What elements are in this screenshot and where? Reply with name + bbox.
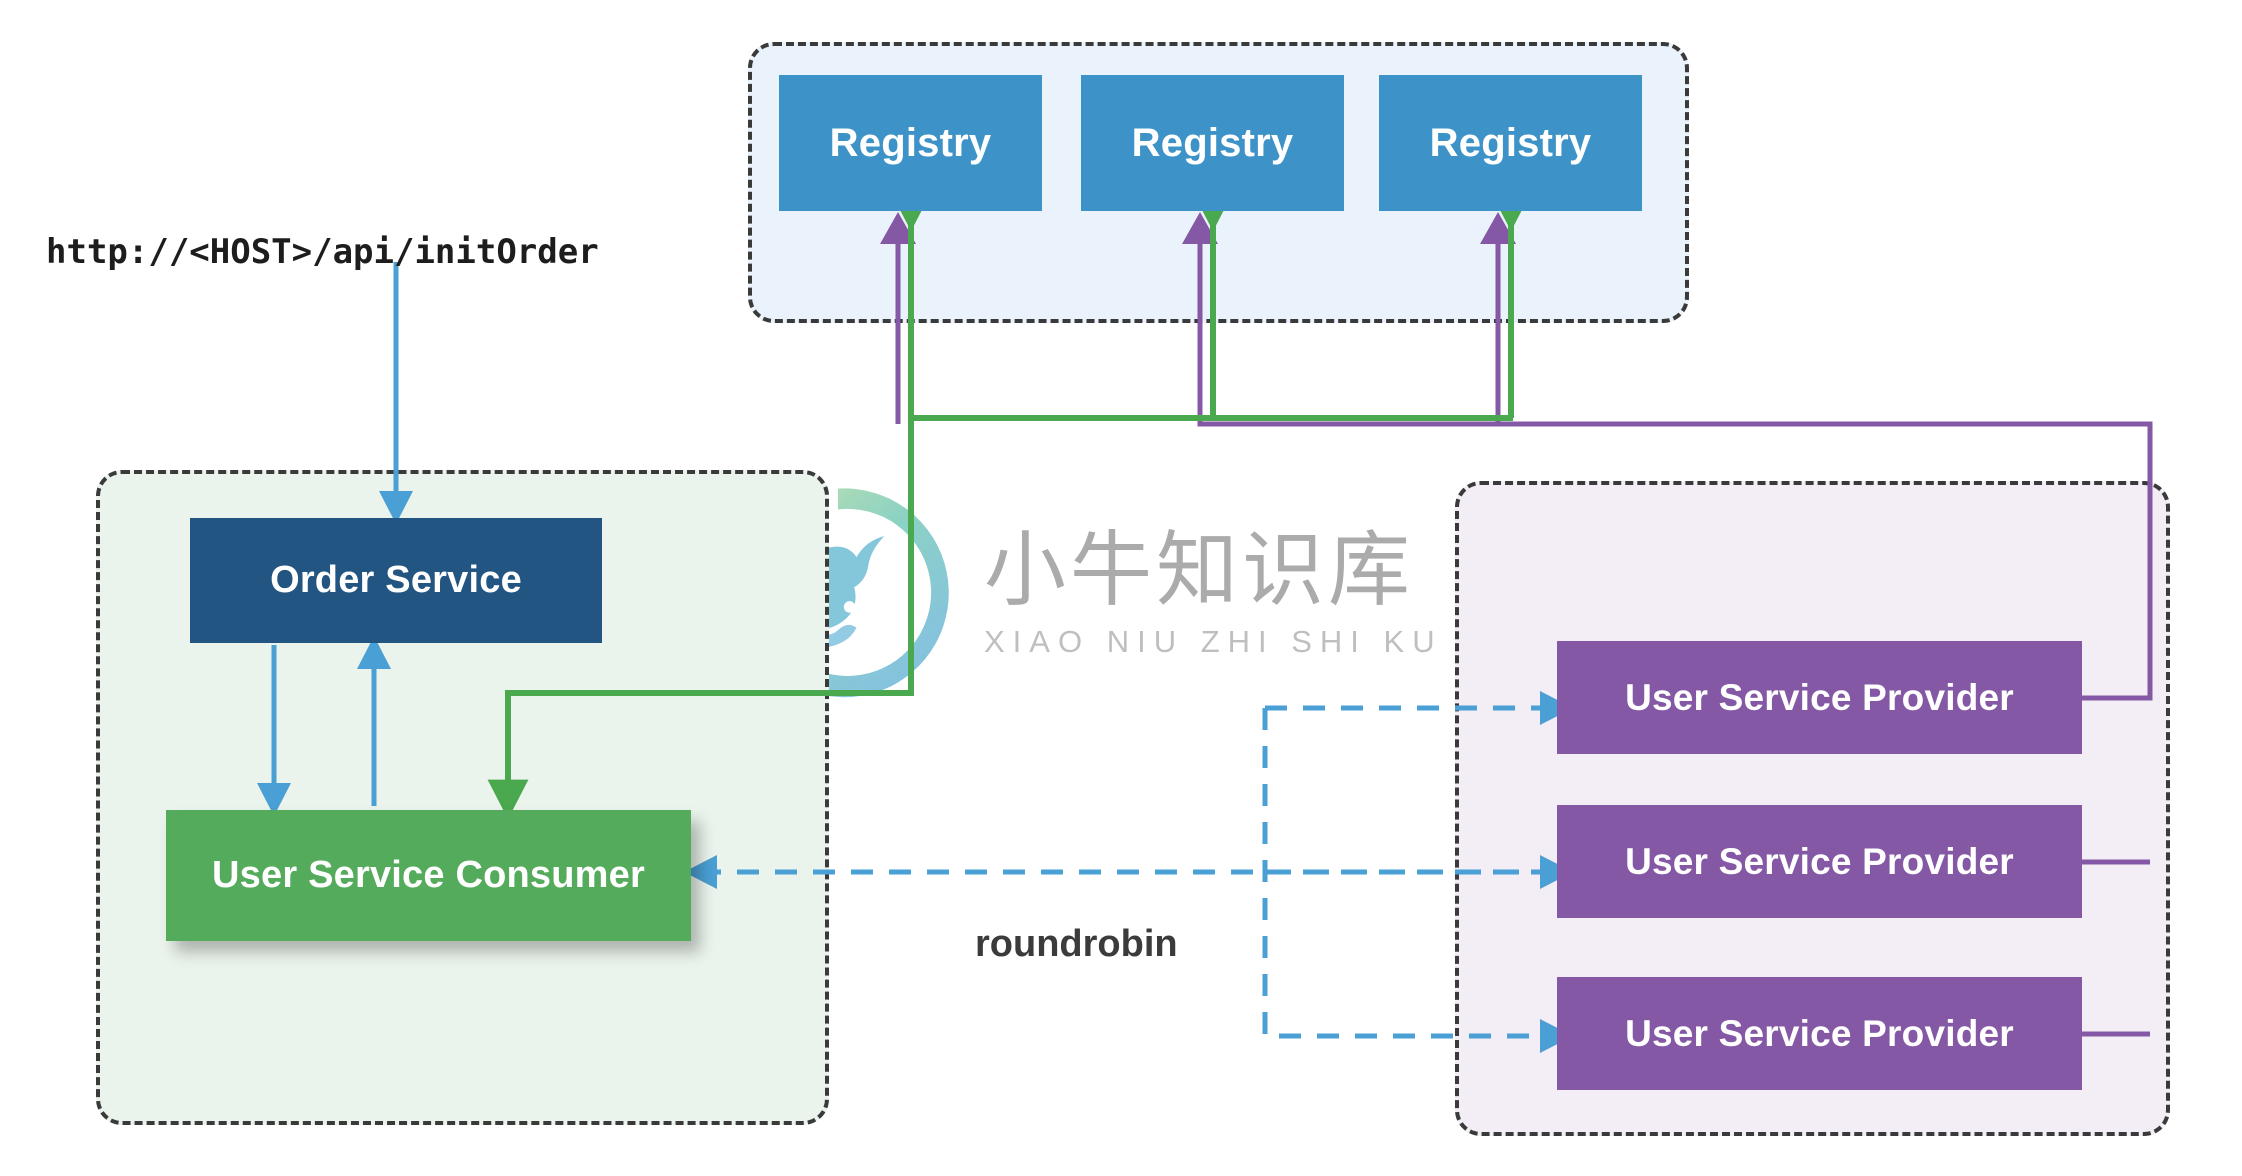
- roundrobin-label: roundrobin: [975, 923, 1178, 965]
- order-service-node[interactable]: Order Service: [190, 518, 602, 643]
- watermark-chinese: 小牛知识库: [984, 524, 1415, 616]
- user-service-provider-node[interactable]: User Service Provider: [1557, 977, 2082, 1090]
- request-url-label: http://<HOST>/api/initOrder: [46, 232, 599, 272]
- watermark-pinyin: XIAO NIU ZHI SHI KU: [984, 623, 1443, 659]
- user-service-provider-node[interactable]: User Service Provider: [1557, 641, 2082, 754]
- diagram-canvas: 小牛知识库 XIAO NIU ZHI SHI KU Registry Regis…: [0, 0, 2242, 1176]
- user-service-consumer-node[interactable]: User Service Consumer: [166, 810, 691, 941]
- registry-node[interactable]: Registry: [1379, 75, 1642, 211]
- registry-node[interactable]: Registry: [1081, 75, 1344, 211]
- registry-node[interactable]: Registry: [779, 75, 1042, 211]
- watermark-text: 小牛知识库 XIAO NIU ZHI SHI KU: [984, 524, 1443, 659]
- user-service-provider-node[interactable]: User Service Provider: [1557, 805, 2082, 918]
